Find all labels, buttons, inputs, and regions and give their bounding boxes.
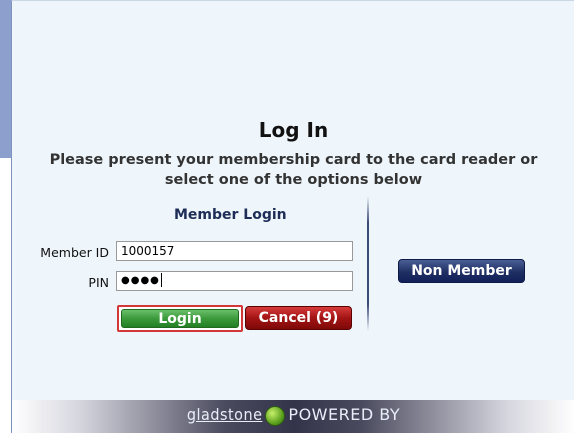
instructions-line-2: select one of the options below <box>164 172 423 188</box>
member-login-heading: Member Login <box>174 207 287 223</box>
footer-bar: gladstone POWERED BY <box>12 400 574 433</box>
login-panel: Log In Please present your membership ca… <box>11 0 574 433</box>
left-accent-strip <box>0 0 11 158</box>
powered-by-text: POWERED BY <box>288 405 401 424</box>
footer-branding: gladstone POWERED BY <box>12 405 574 426</box>
member-id-input[interactable]: 1000157 <box>116 241 353 261</box>
pin-label: PIN <box>88 275 109 290</box>
member-id-value: 1000157 <box>121 244 175 258</box>
globe-icon <box>265 405 286 426</box>
instructions: Please present your membership card to t… <box>12 150 574 190</box>
brand-name: gladstone <box>186 405 263 424</box>
login-button[interactable]: Login <box>117 305 243 332</box>
login-button-label: Login <box>121 309 239 328</box>
text-cursor <box>160 273 162 287</box>
cancel-button[interactable]: Cancel (9) <box>245 306 352 330</box>
pin-value: ●●●● <box>121 275 160 286</box>
non-member-button[interactable]: Non Member <box>398 259 525 283</box>
page-title: Log In <box>258 118 329 142</box>
vertical-divider <box>367 196 369 331</box>
pin-input[interactable]: ●●●● <box>116 271 353 291</box>
member-id-label: Member ID <box>40 245 109 260</box>
instructions-line-1: Please present your membership card to t… <box>49 152 538 168</box>
